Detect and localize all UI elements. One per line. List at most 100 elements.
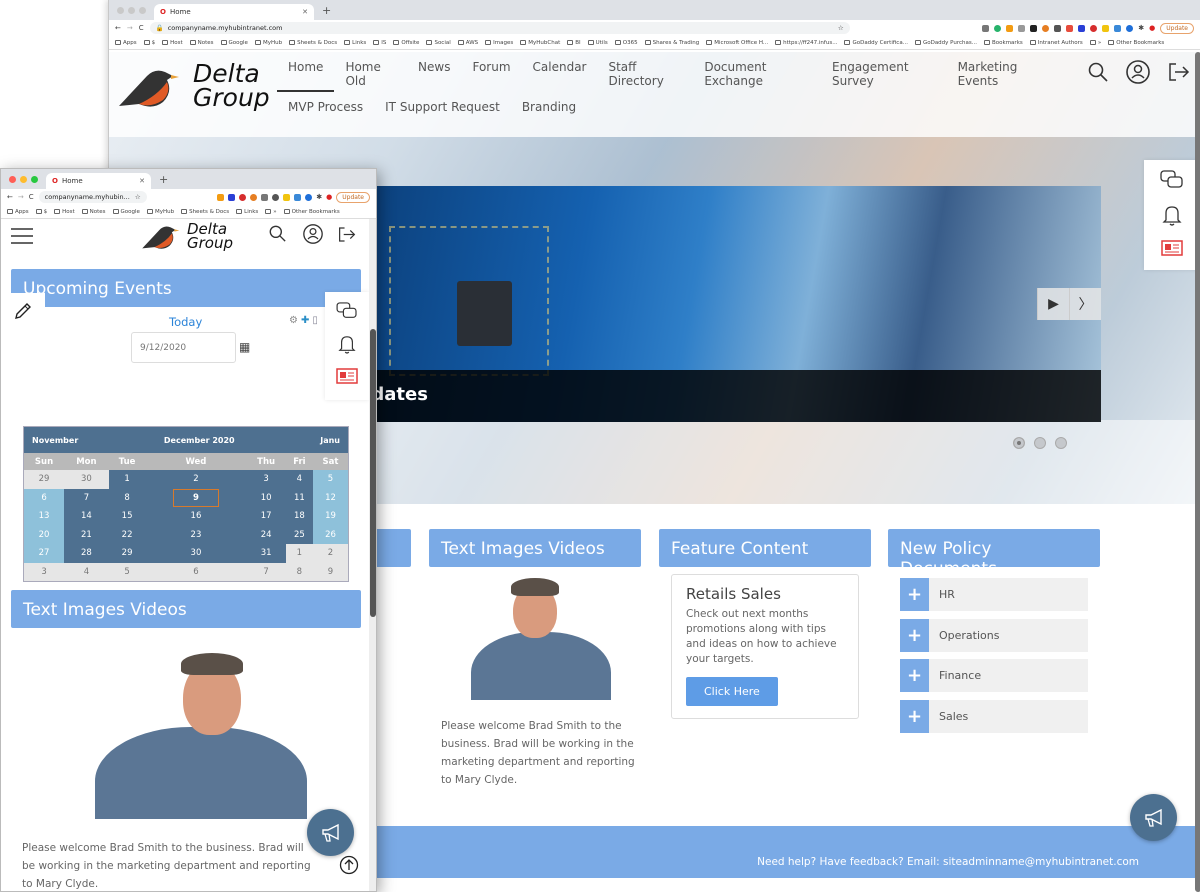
footer-help-text[interactable]: Need help? Have feedback? Email: siteadm… bbox=[757, 856, 1139, 868]
browser-tab[interactable]: O Home ✕ bbox=[154, 4, 314, 20]
close-tab-icon[interactable]: ✕ bbox=[302, 8, 308, 16]
bookmark-item[interactable]: Host bbox=[162, 40, 183, 46]
bookmark-item[interactable]: Notes bbox=[81, 209, 106, 215]
calendar-day[interactable]: 10 bbox=[246, 488, 286, 507]
calendar-day[interactable]: 30 bbox=[64, 470, 109, 489]
prev-month-link[interactable]: November bbox=[32, 436, 78, 445]
calendar-day[interactable]: 7 bbox=[246, 562, 286, 581]
bookmark-item[interactable]: Apps bbox=[115, 40, 137, 46]
chat-icon[interactable] bbox=[1160, 170, 1184, 190]
today-link[interactable]: Today bbox=[169, 315, 202, 329]
extension-icon[interactable] bbox=[1078, 24, 1086, 32]
extension-icon[interactable] bbox=[283, 193, 291, 201]
calendar-day[interactable]: 8 bbox=[285, 562, 313, 581]
nav-item-home-old[interactable]: Home Old bbox=[334, 58, 407, 96]
bookmark-item[interactable]: Intranet Authors bbox=[1029, 40, 1083, 46]
hamburger-menu-icon[interactable] bbox=[11, 227, 33, 245]
calendar-day[interactable]: 18 bbox=[285, 507, 313, 526]
bookmark-item[interactable]: MyHubChat bbox=[520, 40, 560, 46]
extension-icon[interactable] bbox=[261, 193, 269, 201]
calendar-day[interactable]: 2 bbox=[145, 470, 247, 489]
reload-icon[interactable]: C bbox=[139, 24, 144, 32]
calendar-day[interactable]: 27 bbox=[24, 544, 65, 563]
bookmark-item[interactable]: Bookmarks bbox=[984, 40, 1023, 46]
calendar-day[interactable]: 3 bbox=[24, 562, 65, 581]
chat-icon[interactable] bbox=[336, 302, 358, 320]
carousel-dot[interactable] bbox=[1013, 437, 1025, 449]
calendar-view-icon[interactable]: ▯ bbox=[312, 315, 318, 326]
calendar-day[interactable]: 29 bbox=[108, 544, 146, 563]
calendar-day[interactable]: 17 bbox=[246, 507, 286, 526]
close-window-button[interactable] bbox=[9, 175, 16, 183]
extension-icon[interactable] bbox=[994, 24, 1002, 32]
calendar-day[interactable]: 14 bbox=[64, 507, 109, 526]
profile-icon[interactable]: ● bbox=[1149, 24, 1155, 32]
plus-icon[interactable]: + bbox=[900, 578, 929, 611]
calendar-day[interactable]: 15 bbox=[108, 507, 146, 526]
site-logo[interactable]: Delta Group bbox=[141, 221, 233, 251]
calendar-day[interactable]: 1 bbox=[285, 544, 313, 563]
url-bar[interactable]: 🔒 companyname.myhubintranet.com ☆ bbox=[149, 22, 850, 34]
calendar-day[interactable]: 23 bbox=[145, 525, 247, 544]
bookmark-item[interactable]: Microsoft Office H... bbox=[706, 40, 768, 46]
bookmark-item[interactable]: Other Bookmarks bbox=[283, 209, 340, 215]
search-icon[interactable] bbox=[1088, 62, 1108, 82]
extension-icon[interactable] bbox=[1042, 24, 1050, 32]
calendar-day[interactable]: 5 bbox=[108, 562, 146, 581]
maximize-window-button[interactable] bbox=[139, 6, 146, 14]
star-icon[interactable]: ☆ bbox=[838, 24, 844, 32]
calendar-day[interactable]: 13 bbox=[24, 507, 65, 526]
calendar-day[interactable]: 11 bbox=[285, 488, 313, 507]
bookmark-item[interactable]: Other Bookmarks bbox=[1108, 40, 1164, 46]
scroll-to-top-icon[interactable] bbox=[339, 855, 359, 875]
extension-icon[interactable] bbox=[272, 193, 280, 201]
bookmark-item[interactable]: $ bbox=[143, 40, 155, 46]
calendar-day[interactable]: 19 bbox=[312, 507, 348, 526]
employee-photo[interactable] bbox=[49, 639, 323, 819]
announcement-button[interactable] bbox=[1130, 794, 1177, 841]
calendar-day[interactable]: 22 bbox=[108, 525, 146, 544]
chevron-right-icon[interactable]: 〉 bbox=[1069, 288, 1101, 320]
next-month-link[interactable]: Janu bbox=[320, 436, 340, 445]
extension-icon[interactable] bbox=[1114, 24, 1122, 32]
minimize-window-button[interactable] bbox=[128, 6, 135, 14]
bookmark-item[interactable]: O365 bbox=[614, 40, 638, 46]
calendar-day[interactable]: 25 bbox=[285, 525, 313, 544]
bookmark-item[interactable]: Host bbox=[54, 209, 75, 215]
nav-item-marketing-events[interactable]: Marketing Events bbox=[947, 58, 1057, 96]
minimize-window-button[interactable] bbox=[20, 175, 27, 183]
calendar-day[interactable]: 4 bbox=[64, 562, 109, 581]
bookmark-item[interactable]: Images bbox=[485, 40, 513, 46]
news-icon[interactable] bbox=[1161, 240, 1183, 256]
url-bar[interactable]: companyname.myhubin... ☆ bbox=[38, 191, 147, 203]
calendar-day[interactable]: 21 bbox=[64, 525, 109, 544]
bookmark-item[interactable]: Google bbox=[112, 209, 140, 215]
close-window-button[interactable] bbox=[117, 6, 124, 14]
nav-item-branding[interactable]: Branding bbox=[511, 98, 587, 122]
back-icon[interactable]: ← bbox=[115, 24, 121, 32]
selected-day[interactable]: 9 bbox=[172, 488, 219, 507]
extension-icon[interactable] bbox=[982, 24, 990, 32]
maximize-window-button[interactable] bbox=[31, 175, 38, 183]
calendar-day[interactable]: 30 bbox=[145, 544, 247, 563]
bookmark-item[interactable]: $ bbox=[35, 209, 47, 215]
plus-icon[interactable]: + bbox=[900, 618, 929, 652]
policy-item[interactable]: + HR bbox=[900, 578, 1088, 611]
logout-icon[interactable] bbox=[1168, 62, 1190, 82]
bookmark-item[interactable]: » bbox=[1089, 40, 1101, 46]
bookmark-item[interactable]: Offsite bbox=[393, 40, 419, 46]
site-logo[interactable]: Delta Group bbox=[117, 61, 270, 110]
add-event-icon[interactable]: ✚ bbox=[301, 315, 309, 326]
nav-item-it-support-request[interactable]: IT Support Request bbox=[374, 98, 511, 122]
plus-icon[interactable]: + bbox=[900, 699, 929, 733]
calendar-day[interactable]: 8 bbox=[108, 488, 146, 507]
play-icon[interactable]: ▶ bbox=[1037, 288, 1069, 320]
page-scrollbar[interactable] bbox=[370, 329, 376, 617]
account-icon[interactable] bbox=[303, 224, 323, 244]
policy-item[interactable]: + Operations bbox=[900, 618, 1088, 652]
calendar-day[interactable]: 6 bbox=[24, 488, 65, 507]
bookmark-item[interactable]: Google bbox=[220, 40, 248, 46]
back-icon[interactable]: ← bbox=[7, 193, 13, 201]
extension-icon[interactable] bbox=[1066, 24, 1074, 32]
account-icon[interactable] bbox=[1126, 60, 1150, 84]
